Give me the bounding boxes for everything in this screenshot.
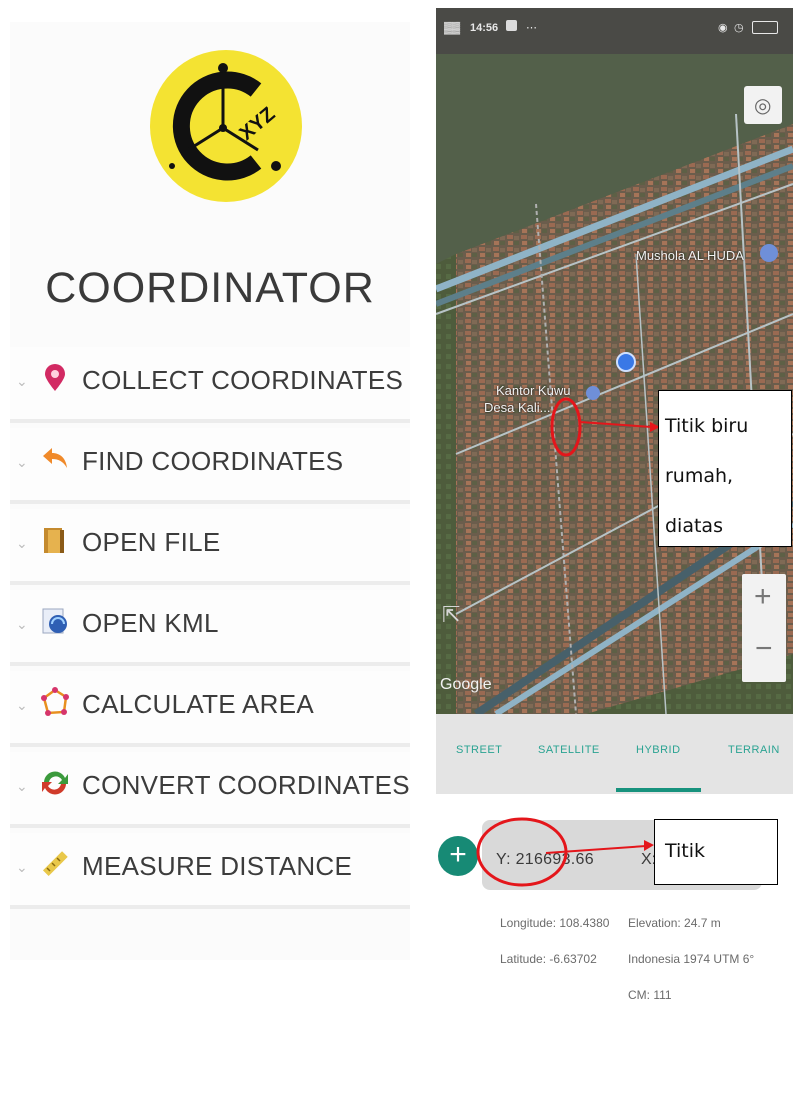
app-title: COORDINATOR: [45, 264, 375, 312]
menu-item-label: OPEN FILE: [82, 527, 221, 557]
zoom-controls: + −: [742, 574, 786, 682]
menu-item-label: OPEN KML: [82, 608, 219, 638]
elevation-value: Elevation: 24.7 m: [628, 916, 721, 930]
menu-item-label: MEASURE DISTANCE: [82, 851, 353, 881]
polygon-icon: [41, 687, 69, 716]
location-status-icon: ◉: [718, 22, 728, 34]
facebook-icon: [506, 20, 517, 31]
logo-graphic: XYZ: [169, 63, 281, 181]
chevron-icon: ⌄: [16, 616, 28, 632]
blue-location-dot: [616, 352, 636, 372]
zoom-out-button[interactable]: −: [755, 632, 773, 666]
map-imagery: [436, 54, 793, 714]
satellite-map[interactable]: ◎ Mushola AL HUDA Kantor Kuwu Desa Kali.…: [436, 54, 793, 714]
central-meridian-value: CM: 111: [628, 988, 672, 1002]
convert-icon: [42, 771, 68, 795]
office-marker-icon[interactable]: [586, 386, 600, 400]
signal-icon: ▓▓: [444, 22, 461, 34]
file-icon: [44, 528, 64, 553]
coordinator-menu-panel: XYZ COORDINATOR ⌄ COLLECT COORDINATES ⌄ …: [10, 22, 410, 960]
status-time: 14:56: [470, 22, 499, 34]
note-line-2: rumah,: [665, 465, 734, 487]
battery-icon: [752, 21, 778, 34]
crosshair-icon: ◎: [754, 95, 772, 117]
zoom-in-button[interactable]: +: [754, 580, 772, 614]
status-bar: ▓▓ 14:56 ⋯ ◉ ◷: [436, 8, 793, 54]
notification-icon: ⋯: [526, 22, 537, 34]
note-line-3: diatas: [665, 515, 723, 537]
chevron-icon: ⌄: [16, 697, 28, 713]
map-pin-icon: [45, 364, 65, 391]
note-coord-text: Titik: [665, 840, 706, 862]
map-screen: ▓▓ 14:56 ⋯ ◉ ◷ ◎ Mushola AL HUDA Kantor …: [436, 8, 793, 1103]
alarm-icon: ◷: [734, 22, 744, 34]
menu-item-collect-coordinates[interactable]: ⌄ COLLECT COORDINATES: [10, 347, 410, 423]
google-logo: Google: [440, 676, 492, 693]
fullscreen-icon[interactable]: ⇱: [442, 602, 460, 628]
datum-value: Indonesia 1974 UTM 6°: [628, 952, 755, 966]
kml-icon: [42, 608, 67, 634]
longitude-value: Longitude: 108.4380: [500, 916, 610, 930]
menu-item-label: CONVERT COORDINATES: [82, 770, 410, 800]
tab-satellite[interactable]: SATELLITE: [538, 744, 600, 756]
map-type-tabs: STREET SATELLITE HYBRID TERRAIN: [436, 714, 793, 794]
mosque-marker-icon[interactable]: [760, 244, 778, 262]
menu-item-find-coordinates[interactable]: ⌄ FIND COORDINATES: [10, 428, 410, 504]
menu-item-convert-coordinates[interactable]: ⌄ CONVERT COORDINATES: [10, 752, 410, 828]
tab-street[interactable]: STREET: [456, 744, 502, 756]
note-line-1: Titik biru: [665, 415, 749, 437]
app-logo: XYZ: [150, 50, 302, 202]
active-tab-indicator: [616, 788, 701, 792]
latitude-value: Latitude: -6.63702: [500, 952, 597, 966]
map-label-office-2: Desa Kali...: [484, 400, 551, 415]
chevron-icon: ⌄: [16, 778, 28, 794]
back-arrow-icon: [43, 448, 67, 468]
ruler-icon: [42, 851, 68, 877]
y-coordinate: Y: 216693.66: [496, 851, 594, 868]
annotation-note-blue-dot: Titik biru rumah, diatas: [658, 390, 792, 547]
map-label-mosque: Mushola AL HUDA: [636, 248, 744, 263]
my-location-button[interactable]: ◎: [744, 86, 782, 124]
chevron-icon: ⌄: [16, 859, 28, 875]
tab-terrain[interactable]: TERRAIN: [728, 744, 780, 756]
menu-item-label: FIND COORDINATES: [82, 446, 344, 476]
chevron-icon: ⌄: [16, 373, 28, 389]
menu-item-open-kml[interactable]: ⌄ OPEN KML: [10, 590, 410, 666]
add-point-button[interactable]: +: [438, 836, 478, 876]
menu-item-label: COLLECT COORDINATES: [82, 365, 404, 395]
chevron-icon: ⌄: [16, 454, 28, 470]
menu-item-open-file[interactable]: ⌄ OPEN FILE: [10, 509, 410, 585]
chevron-icon: ⌄: [16, 535, 28, 551]
menu-item-label: CALCULATE AREA: [82, 689, 315, 719]
menu-item-measure-distance[interactable]: ⌄ MEASURE DISTANCE: [10, 833, 410, 909]
map-label-office-1: Kantor Kuwu: [496, 383, 571, 398]
annotation-note-coord: Titik: [654, 819, 778, 885]
menu-item-calculate-area[interactable]: ⌄ CALCULATE AREA: [10, 671, 410, 747]
tab-hybrid[interactable]: HYBRID: [636, 744, 681, 756]
